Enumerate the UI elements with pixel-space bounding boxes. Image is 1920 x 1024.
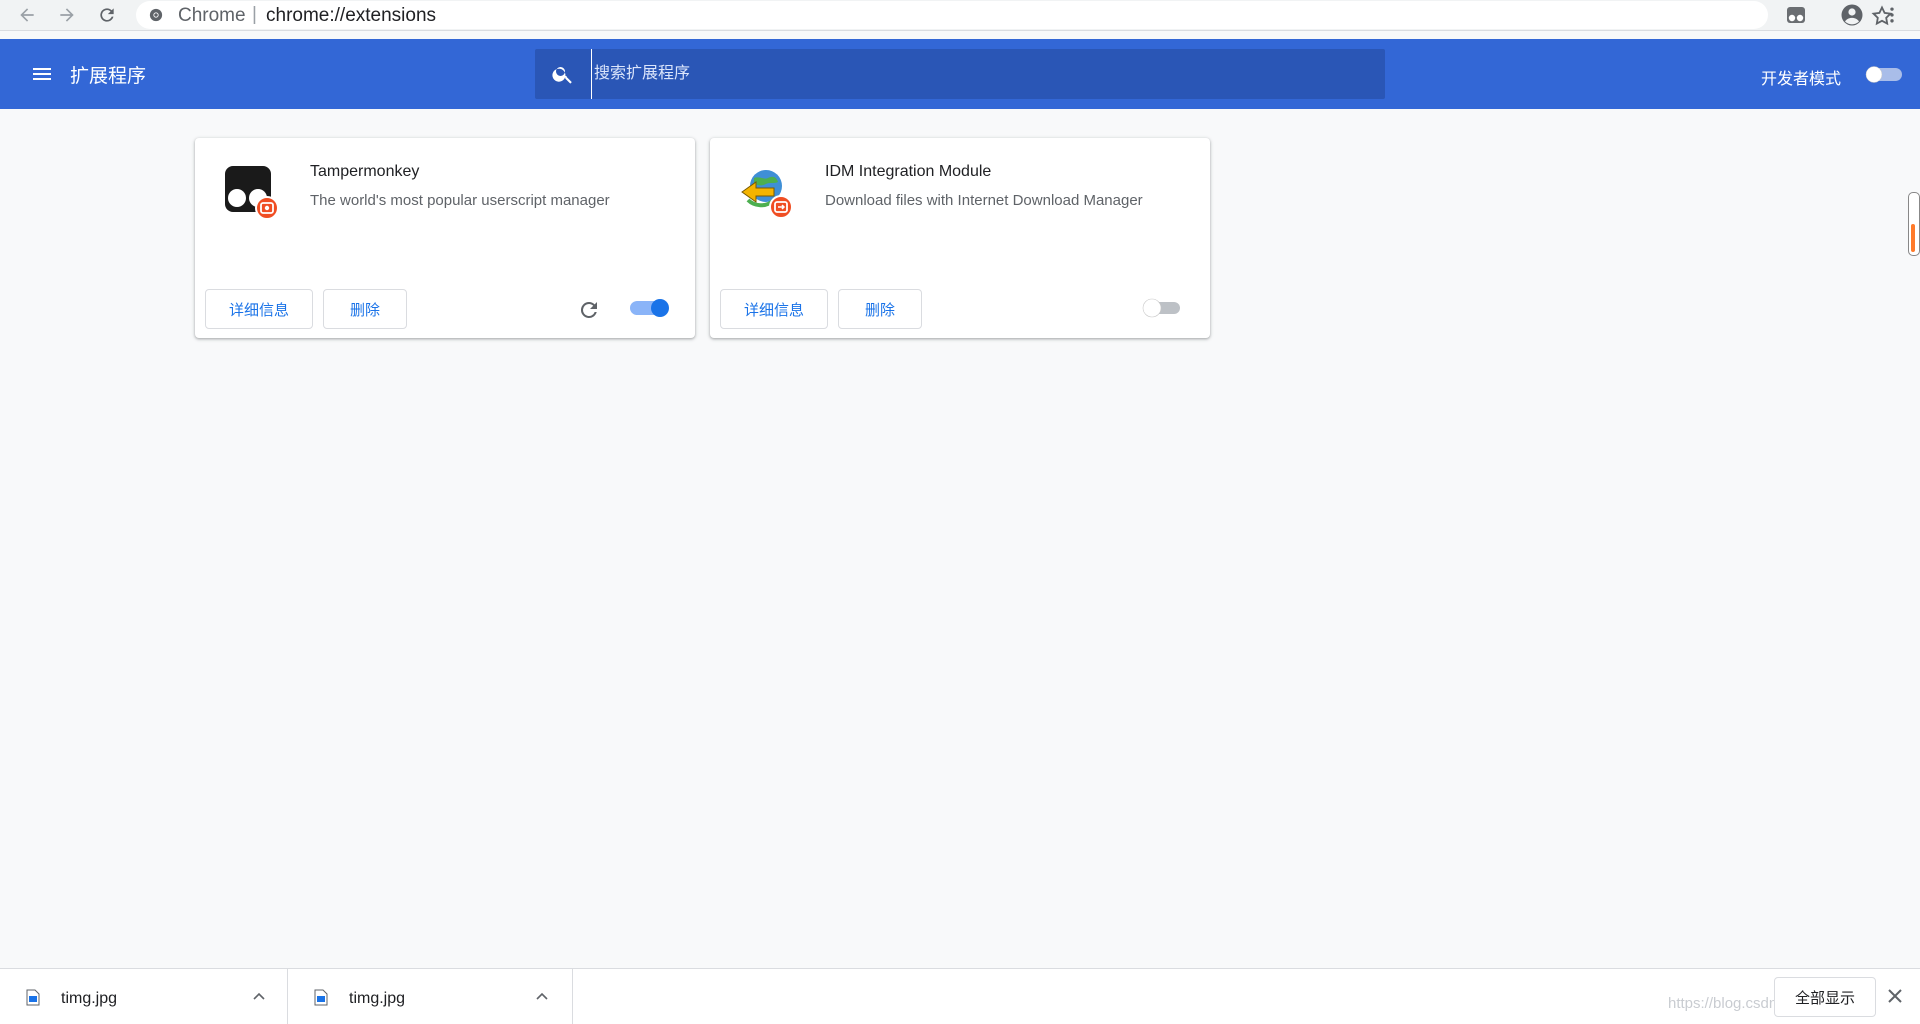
- extension-description: Download files with Internet Download Ma…: [825, 192, 1143, 209]
- download-item[interactable]: timg.jpg: [288, 969, 573, 1024]
- browser-toolbar: Chrome | chrome://extensions: [0, 0, 1920, 31]
- search-box[interactable]: [535, 49, 1385, 99]
- developer-mode-toggle[interactable]: [1864, 65, 1904, 83]
- more-vert-icon: [1890, 7, 1894, 23]
- reload-extension-icon[interactable]: [577, 298, 601, 322]
- download-file-name: timg.jpg: [61, 990, 118, 1007]
- arrow-right-icon: [60, 8, 74, 22]
- scrollbar-thumb[interactable]: [1911, 224, 1915, 252]
- details-button[interactable]: 详细信息: [205, 289, 313, 329]
- enable-toggle[interactable]: [1142, 298, 1182, 318]
- details-button[interactable]: 详细信息: [720, 289, 828, 329]
- extension-name: Tampermonkey: [310, 163, 420, 180]
- browser-menu-button[interactable]: [1880, 3, 1904, 27]
- forward-button[interactable]: [54, 2, 80, 28]
- image-file-icon: [314, 989, 328, 1006]
- tampermonkey-toolbar-icon: [1787, 7, 1805, 23]
- developer-mode-label: 开发者模式: [1761, 71, 1842, 88]
- hamburger-menu-icon[interactable]: [30, 62, 54, 86]
- chrome-logo-icon: [149, 8, 163, 22]
- extension-description: The world's most popular userscript mana…: [310, 192, 610, 209]
- download-item[interactable]: timg.jpg: [0, 969, 288, 1024]
- extension-card-idm: IDM Integration Module Download files wi…: [710, 138, 1210, 338]
- remove-button[interactable]: 删除: [838, 289, 922, 329]
- close-icon[interactable]: [1886, 987, 1904, 1005]
- extension-name: IDM Integration Module: [825, 163, 992, 180]
- idm-logo-icon: [741, 170, 793, 219]
- refresh-icon: [100, 8, 114, 22]
- extension-button[interactable]: [1784, 3, 1808, 27]
- page-scrollbar[interactable]: [1908, 192, 1920, 256]
- back-button[interactable]: [14, 2, 40, 28]
- remove-button[interactable]: 删除: [323, 289, 407, 329]
- download-file-name: timg.jpg: [349, 990, 406, 1007]
- chevron-up-icon[interactable]: [535, 989, 549, 1003]
- search-icon: [552, 67, 572, 84]
- arrow-left-icon: [20, 8, 34, 22]
- download-shelf: timg.jpg timg.jpg https://blog.csdn.net/…: [0, 968, 1920, 1024]
- extension-card-tampermonkey: Tampermonkey The world's most popular us…: [195, 138, 695, 338]
- search-input[interactable]: [591, 49, 1354, 99]
- url-separator: |: [252, 4, 257, 25]
- chevron-up-icon[interactable]: [252, 989, 266, 1003]
- extensions-header: 扩展程序 开发者模式: [0, 39, 1920, 109]
- profile-button[interactable]: [1840, 3, 1864, 27]
- account-circle-icon: [1841, 4, 1863, 26]
- show-all-downloads-button[interactable]: 全部显示: [1774, 977, 1876, 1017]
- address-bar[interactable]: Chrome | chrome://extensions: [136, 1, 1893, 29]
- reload-button[interactable]: [94, 2, 120, 28]
- tampermonkey-logo-icon: [225, 166, 279, 220]
- url-text[interactable]: chrome://extensions: [266, 5, 436, 27]
- image-file-icon: [26, 989, 40, 1006]
- page-title: 扩展程序: [70, 66, 147, 87]
- site-chip-label: Chrome: [178, 5, 246, 26]
- enable-toggle[interactable]: [630, 298, 670, 318]
